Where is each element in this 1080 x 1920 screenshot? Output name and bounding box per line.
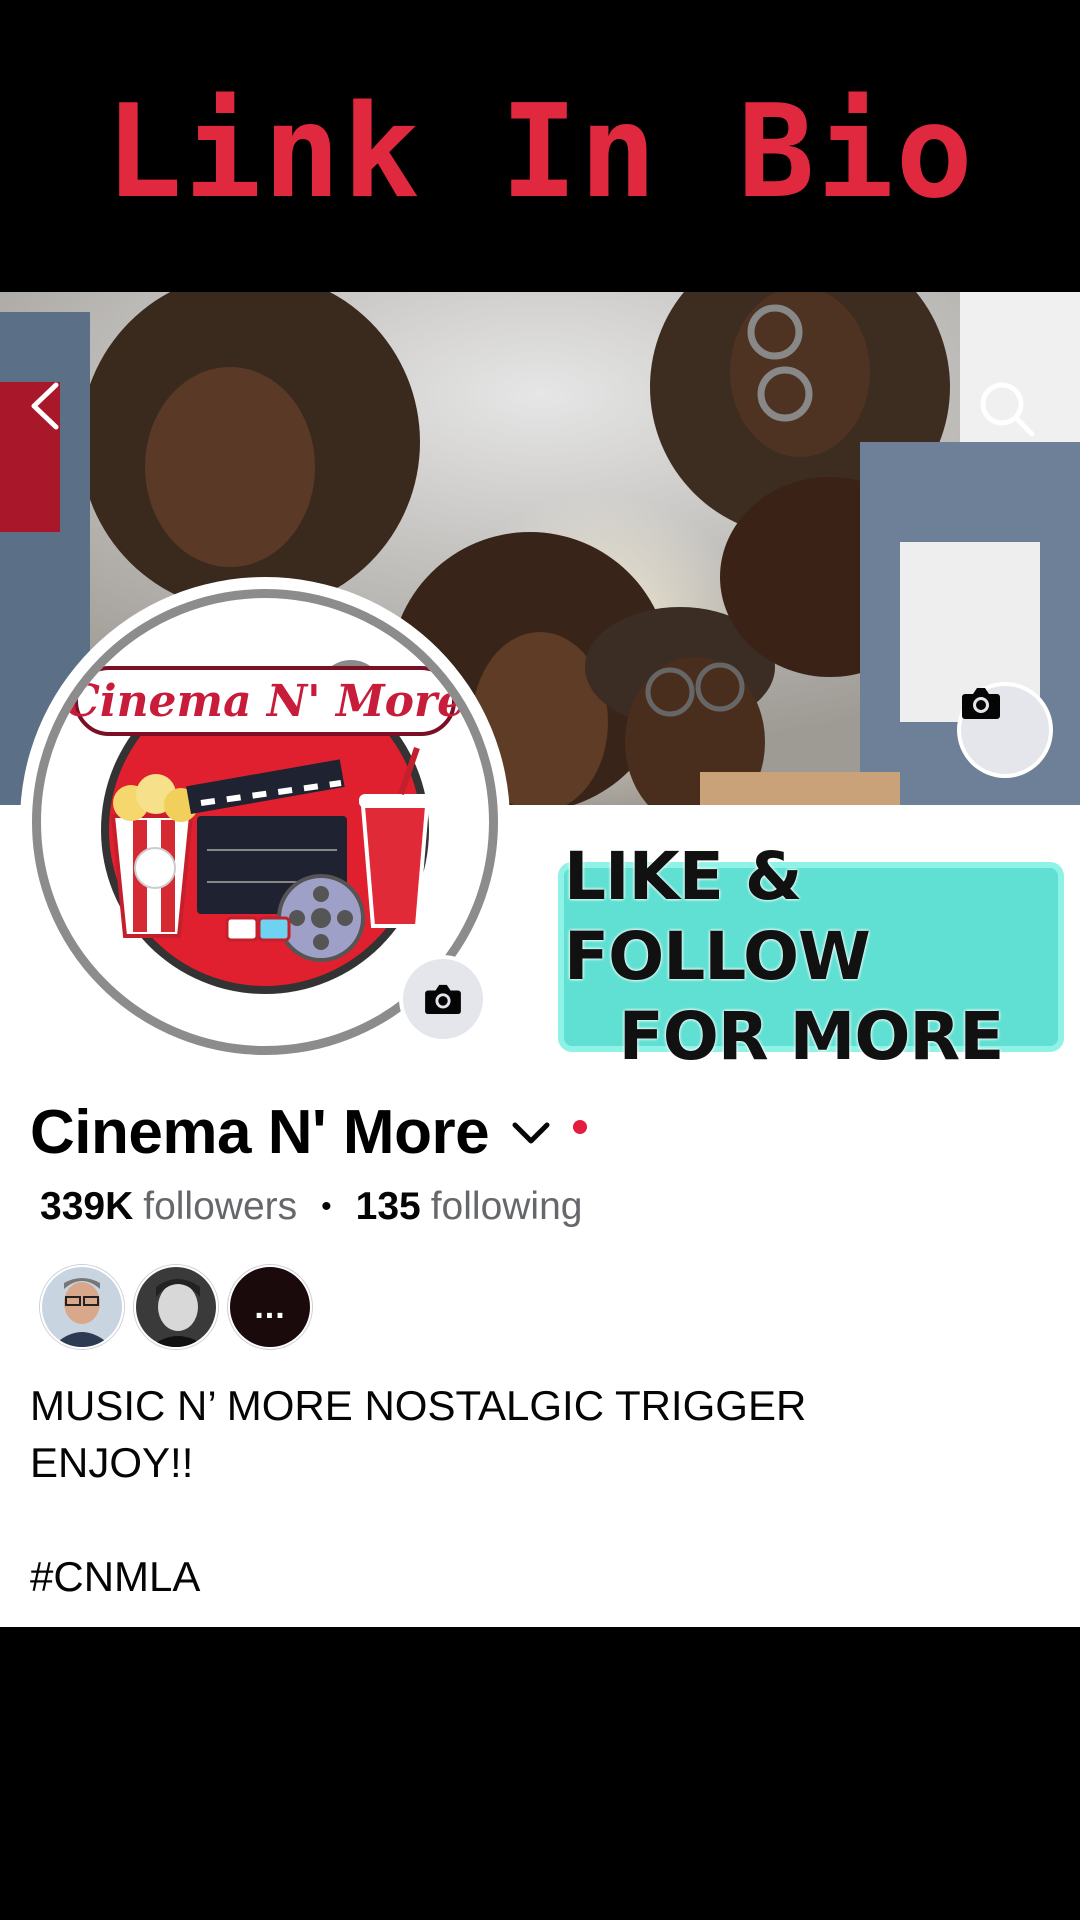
stats-separator: • — [321, 1190, 332, 1223]
profile-stats: 339K followers • 135 following — [40, 1185, 582, 1229]
search-icon — [980, 382, 1035, 437]
chevron-down-icon — [512, 1122, 550, 1143]
friend-avatar[interactable] — [40, 1265, 124, 1349]
following-count: 135 — [355, 1185, 421, 1228]
profile-switcher-button[interactable] — [511, 1120, 551, 1146]
logo-text: Cinema N' More — [65, 676, 465, 727]
more-friends-label: ... — [254, 1287, 286, 1326]
profile-bio: MUSIC N’ MORE NOSTALGIC TRIGGER ENJOY!! … — [30, 1377, 1030, 1605]
bio-hashtag[interactable]: #CNMLA — [30, 1548, 1030, 1605]
following-link[interactable]: 135 following — [356, 1185, 583, 1229]
back-button[interactable] — [26, 380, 90, 444]
followers-link[interactable]: 339K followers — [40, 1185, 297, 1229]
friend-avatar[interactable] — [134, 1265, 218, 1349]
profile-name: Cinema N' More — [30, 1098, 490, 1167]
like-follow-sticker: LIKE & FOLLOW FOR MORE — [558, 838, 1064, 1075]
search-button[interactable] — [978, 380, 1042, 444]
promo-line-1: LIKE & FOLLOW — [564, 838, 871, 995]
mutual-friends-row: ... — [40, 1265, 322, 1349]
friend-avatar-image — [136, 1267, 216, 1347]
banner-title: Link In Bio — [105, 77, 975, 227]
following-label: following — [430, 1185, 583, 1228]
notification-dot — [573, 1119, 588, 1134]
bio-line-2: ENJOY!! — [30, 1439, 194, 1486]
edit-cover-photo-button[interactable] — [961, 686, 1049, 774]
chevron-left-icon — [31, 382, 59, 430]
promo-line-2: FOR MORE — [618, 998, 1005, 1075]
profile-screen: Cinema N' More LIKE & FOLLOW FOR MORE Ci… — [0, 292, 1080, 1627]
bio-spacer — [30, 1491, 1030, 1548]
friend-avatar-image — [42, 1267, 122, 1347]
camera-icon — [962, 688, 1000, 719]
link-in-bio-banner: Link In Bio — [0, 0, 1080, 292]
followers-count: 339K — [40, 1185, 134, 1228]
camera-icon — [425, 984, 461, 1015]
bio-line-1: MUSIC N’ MORE NOSTALGIC TRIGGER — [30, 1382, 807, 1429]
profile-picture[interactable]: Cinema N' More — [20, 577, 510, 1067]
followers-label: followers — [143, 1185, 298, 1228]
profile-name-row: Cinema N' More — [30, 1097, 588, 1168]
more-friends-button[interactable]: ... — [228, 1265, 312, 1349]
edit-profile-picture-button[interactable] — [403, 959, 483, 1039]
